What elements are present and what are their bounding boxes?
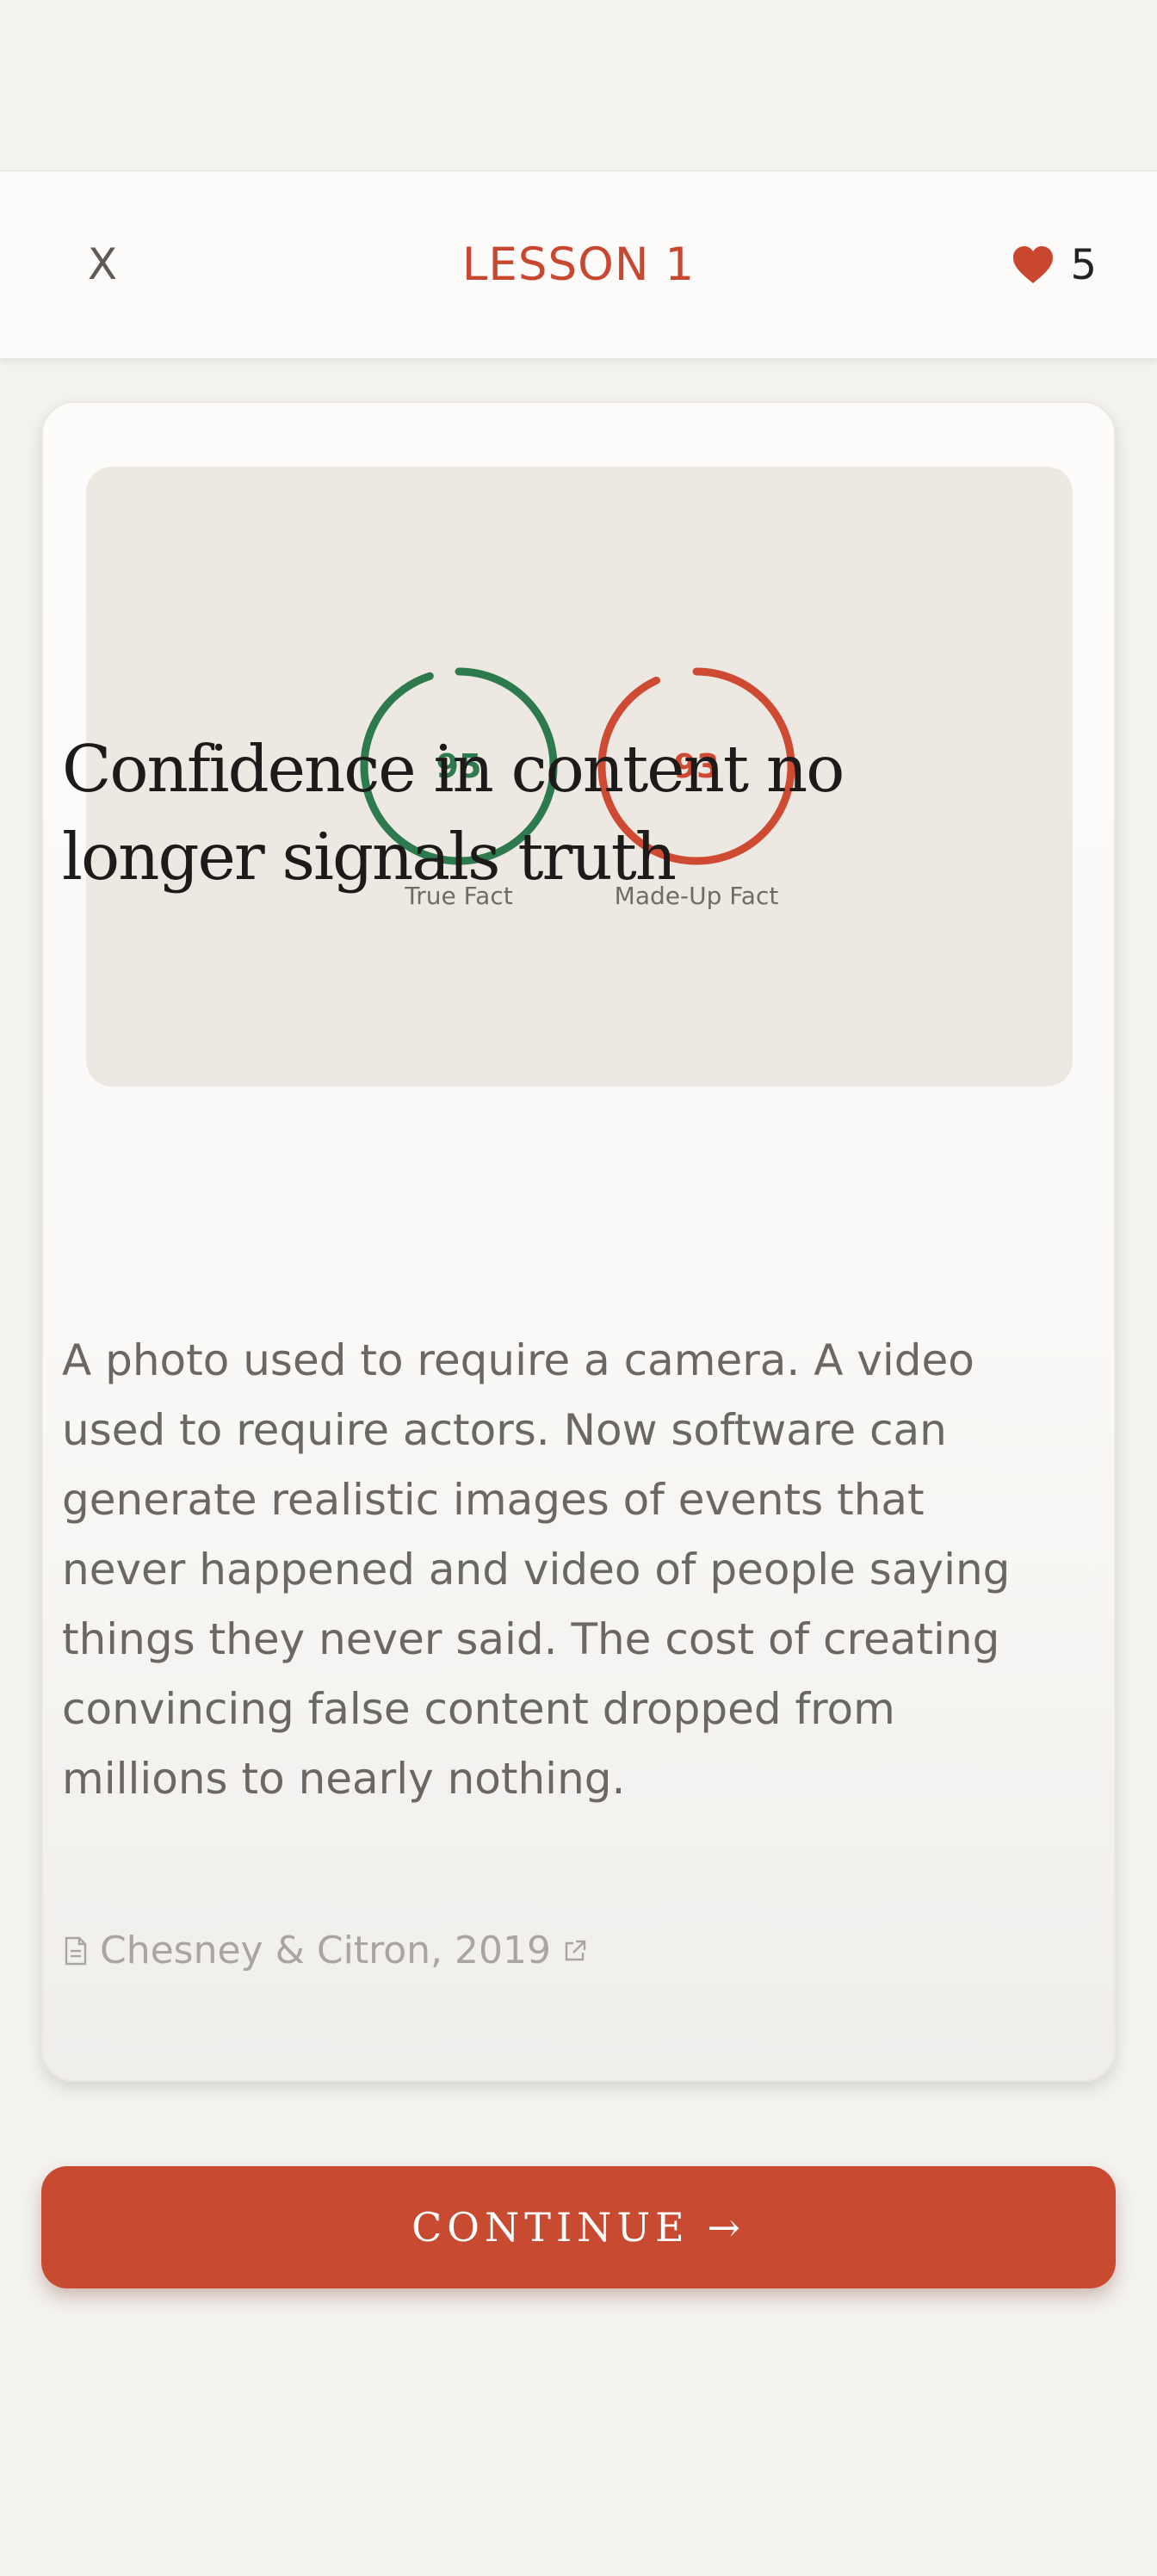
lives-indicator: 5 [1012,237,1097,294]
heart-icon [1012,245,1055,285]
lesson-header: X LESSON 1 5 [0,170,1157,358]
lesson-title: LESSON 1 [461,238,696,291]
citation-link[interactable]: Chesney & Citron, 2019 [64,1929,587,1972]
card-body: A photo used to require a camera. A vide… [62,1335,1011,1804]
citation-text: Chesney & Citron, 2019 [100,1929,551,1972]
lesson-card: 95 True Fact 93 Made-Up Fact [41,401,1116,2082]
lives-count: 5 [1070,241,1097,289]
continue-button[interactable]: CONTINUE → [41,2166,1116,2288]
card-heading: Confidence in content no longer signals … [62,731,845,895]
external-link-icon [563,1939,587,1963]
document-icon [64,1936,88,1966]
